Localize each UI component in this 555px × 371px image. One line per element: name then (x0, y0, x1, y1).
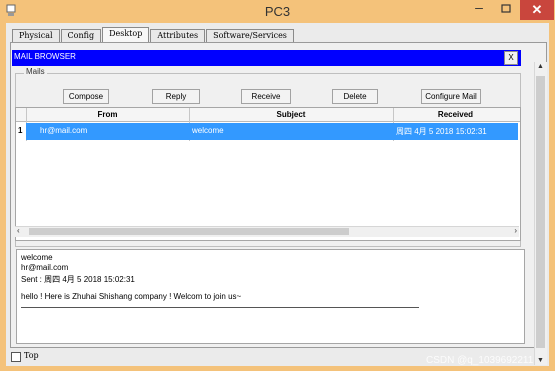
row-received[interactable]: 周四 4月 5 2018 15:02:31 (396, 126, 487, 137)
tab-physical[interactable]: Physical (12, 29, 60, 42)
row-subject[interactable]: welcome (192, 126, 224, 135)
column-header-from[interactable]: From (26, 110, 189, 119)
top-label: Top (24, 351, 39, 360)
receive-button[interactable]: Receive (241, 89, 291, 104)
message-preview[interactable]: welcome hr@mail.com Sent : 周四 4月 5 2018 … (16, 249, 525, 344)
maximize-icon (501, 4, 511, 13)
scroll-thumb[interactable] (536, 76, 545, 348)
configure-mail-button[interactable]: Configure Mail (421, 89, 481, 104)
top-checkbox[interactable] (11, 352, 21, 362)
tab-config[interactable]: Config (60, 29, 102, 42)
tab-software-services[interactable]: Software/Services (206, 29, 294, 42)
minimize-button[interactable]: ‒ (466, 0, 492, 19)
tab-attributes[interactable]: Attributes (150, 29, 206, 42)
reply-button[interactable]: Reply (152, 89, 200, 104)
title-bar: PC3 ‒ ✕ (0, 0, 555, 22)
tab-desktop[interactable]: Desktop (102, 27, 150, 42)
vertical-scrollbar[interactable]: ▲ ▼ (534, 62, 547, 365)
compose-button[interactable]: Compose (63, 89, 109, 104)
table-header: From Subject Received (16, 108, 520, 122)
preview-from: hr@mail.com (21, 263, 69, 272)
preview-sent: Sent : 周四 4月 5 2018 15:02:31 (21, 275, 135, 284)
scroll-left-icon[interactable]: ‹ (17, 226, 20, 235)
preview-subject: welcome (21, 253, 53, 262)
delete-button[interactable]: Delete (332, 89, 378, 104)
mail-browser-title: MAIL BROWSER (14, 52, 76, 61)
maximize-button[interactable] (494, 0, 518, 19)
mail-browser-close-button[interactable]: X (504, 51, 518, 65)
mails-group-label: Mails (24, 67, 47, 76)
horizontal-scrollbar[interactable]: ‹ › (15, 226, 519, 237)
preview-divider (21, 307, 419, 308)
mail-browser-header: MAIL BROWSER X (12, 50, 521, 66)
close-button[interactable]: ✕ (520, 0, 554, 20)
row-from[interactable]: hr@mail.com (40, 126, 87, 135)
row-number: 1 (18, 126, 23, 135)
preview-body: hello ! Here is Zhuhai Shishang company … (21, 292, 242, 301)
window-content: Physical Config Desktop Attributes Softw… (6, 23, 549, 366)
scroll-right-icon[interactable]: › (514, 226, 517, 235)
column-header-received[interactable]: Received (393, 110, 518, 119)
horizontal-scroll-thumb[interactable] (29, 228, 349, 235)
close-icon: ✕ (531, 2, 543, 17)
watermark: CSDN @q_1039692211 (426, 355, 534, 366)
scroll-up-icon[interactable]: ▲ (537, 63, 544, 70)
tab-bar: Physical Config Desktop Attributes Softw… (12, 27, 295, 42)
mail-table: From Subject Received 1 hr@mail.com welc… (15, 107, 521, 241)
column-header-subject[interactable]: Subject (189, 110, 393, 119)
